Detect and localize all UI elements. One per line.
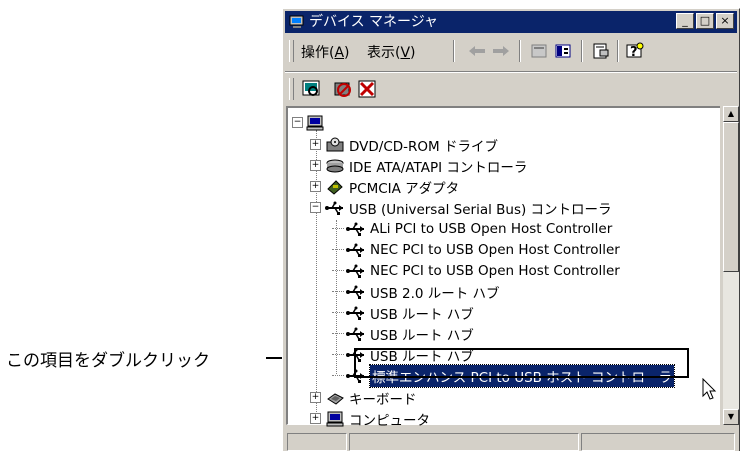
tree-item-label: USB ルート ハブ [370,327,474,344]
mouse-cursor-icon [702,377,718,406]
tree-item-label: IDE ATA/ATAPI コントローラ [349,159,528,176]
toolbar-separator [519,40,521,62]
disable-device-icon[interactable] [333,79,353,99]
device-manager-icon [289,14,305,28]
menu-toolbar: 操作(A) 表示(V) ? [285,36,737,66]
device-manager-window: デバイス マネージャ _ □ × 操作(A) 表示(V) ? − + DVD/C… [282,8,740,451]
minimize-button[interactable]: _ [676,13,694,29]
tree-item-computer[interactable]: + コンピュータ [310,408,430,429]
toolbar-separator [581,40,583,62]
cdrom-icon [325,136,345,154]
tree-item-usb-child[interactable]: NEC PCI to USB Open Host Controller [332,260,620,281]
tree-item-label: DVD/CD-ROM ドライブ [349,138,498,155]
collapse-icon[interactable]: − [310,202,321,213]
action-toolbar [285,71,737,104]
back-arrow-icon[interactable] [467,41,487,61]
maximize-button[interactable]: □ [696,13,714,29]
expand-icon[interactable]: + [310,139,321,150]
tree-item-label: コンピュータ [349,412,430,429]
status-pane [581,433,735,451]
window-title: デバイス マネージャ [309,14,439,30]
help-icon[interactable]: ? [625,41,645,61]
usb-icon [346,220,366,238]
annotation-label: この項目をダブルクリック [6,351,210,371]
close-button[interactable]: × [716,13,734,29]
uninstall-device-icon[interactable] [357,79,377,99]
disk-controller-icon [325,157,345,175]
tree-item-label: USB ルート ハブ [370,306,474,323]
properties-icon[interactable] [529,41,549,61]
device-props-icon[interactable] [591,41,611,61]
toolbar-separator [617,40,619,62]
tree-item-usb-child[interactable]: ALi PCI to USB Open Host Controller [332,218,612,239]
computer-icon [325,410,345,428]
scan-hardware-icon[interactable] [301,79,321,99]
menu-action[interactable]: 操作(A) [301,42,350,62]
toolbar-grip[interactable] [289,78,294,100]
scroll-down-button[interactable]: ▼ [723,409,739,425]
tree-item-label: ALi PCI to USB Open Host Controller [370,220,613,237]
usb-icon [346,241,366,259]
tree-item-usb-child[interactable]: USB 2.0 ルート ハブ [332,281,500,302]
pcmcia-icon [325,178,345,196]
computer-icon [305,114,325,132]
tree-item-usb-child[interactable]: NEC PCI to USB Open Host Controller [332,239,620,260]
svg-text:?: ? [630,45,638,60]
title-bar[interactable]: デバイス マネージャ _ □ × [285,11,737,33]
highlight-box [354,348,689,378]
tree-item-usb-child[interactable]: USB ルート ハブ [332,323,474,344]
expand-icon[interactable]: + [310,413,321,424]
usb-icon [346,304,366,322]
view-icon[interactable] [553,41,573,61]
vertical-scrollbar[interactable]: ▲ ▼ [723,106,739,425]
scroll-thumb[interactable] [723,122,739,272]
tree-item-dvd[interactable]: + DVD/CD-ROM ドライブ [310,134,498,155]
expand-icon[interactable]: + [310,181,321,192]
usb-icon [325,199,345,217]
keyboard-icon [325,389,345,407]
scroll-up-button[interactable]: ▲ [723,106,739,122]
tree-item-label: キーボード [349,391,417,408]
tree-item-ide[interactable]: + IDE ATA/ATAPI コントローラ [310,155,527,176]
tree-item-label: USB (Universal Serial Bus) コントローラ [349,201,612,218]
usb-icon [346,262,366,280]
tree-item-usb[interactable]: − USB (Universal Serial Bus) コントローラ [310,197,612,218]
tree-item-usb-child[interactable]: USB ルート ハブ [332,302,474,323]
tree-item-label: NEC PCI to USB Open Host Controller [370,241,620,258]
usb-icon [346,325,366,343]
tree-item-label: USB 2.0 ルート ハブ [370,285,500,302]
menu-grip[interactable] [289,40,294,62]
forward-arrow-icon[interactable] [491,41,511,61]
expand-icon[interactable]: + [310,160,321,171]
tree-item-pcmcia[interactable]: + PCMCIA アダプタ [310,176,459,197]
menu-view[interactable]: 表示(V) [367,42,416,62]
expand-icon[interactable]: + [310,392,321,403]
tree-item-keyboard[interactable]: + キーボード [310,387,417,408]
toolbar-separator [453,40,455,62]
collapse-icon[interactable]: − [292,117,303,128]
tree-item-label: PCMCIA アダプタ [349,180,460,197]
status-pane [287,433,347,451]
status-pane [349,433,579,451]
usb-icon [346,283,366,301]
tree-root[interactable]: − [292,112,329,133]
status-bar [285,431,737,451]
tree-item-label: NEC PCI to USB Open Host Controller [370,262,620,279]
